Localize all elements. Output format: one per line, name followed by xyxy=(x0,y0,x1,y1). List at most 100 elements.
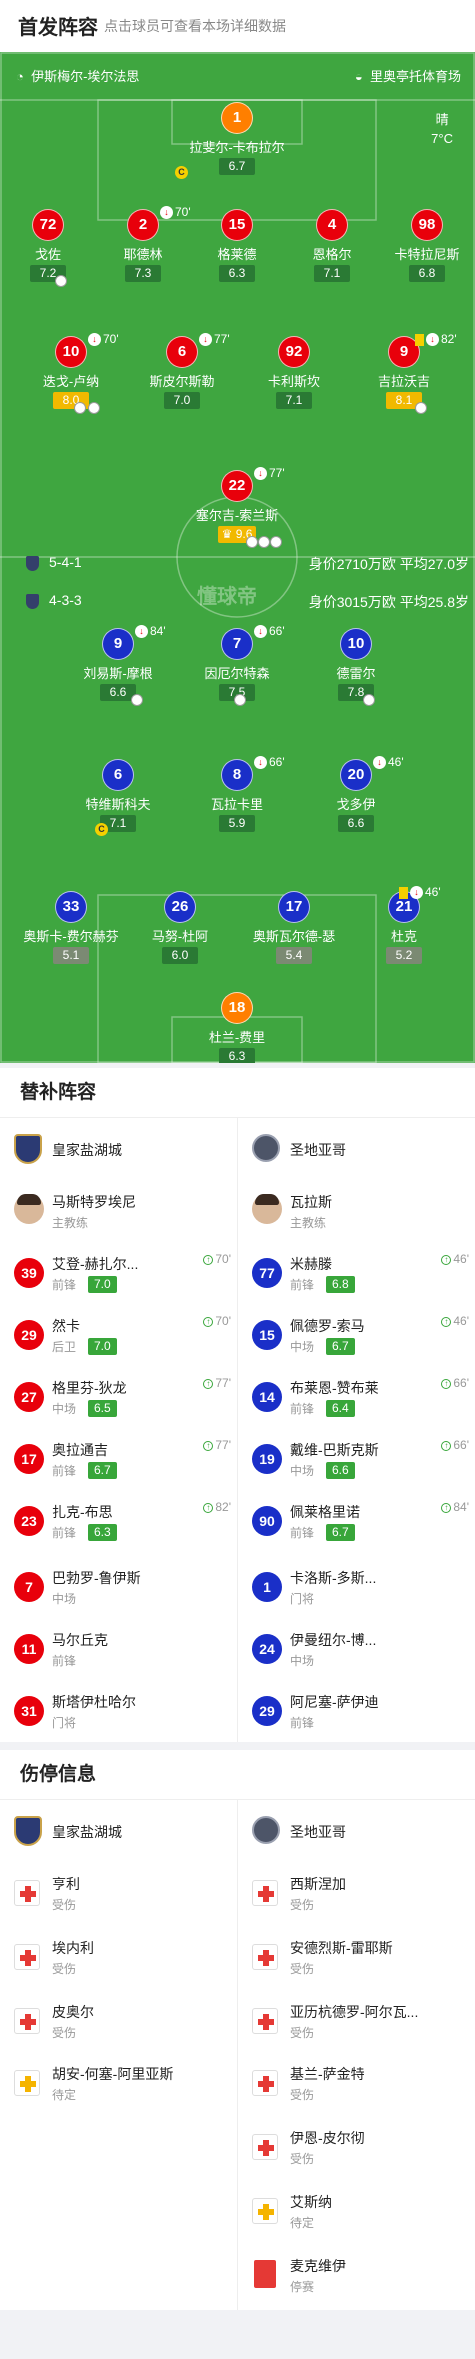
sub-player-row[interactable]: 11 马尔丘克 前锋 xyxy=(0,1618,237,1680)
shirt-number: 20 xyxy=(340,759,372,791)
injury-status: 受伤 xyxy=(52,1962,77,1976)
pitch-player[interactable]: 6 C 特维斯科夫 7.1 xyxy=(63,759,173,836)
injury-row[interactable]: 埃内利 受伤 xyxy=(0,1926,237,1988)
team-name: 圣地亚哥 xyxy=(290,1142,346,1158)
sub-player-row[interactable]: 17 奥拉通吉 前锋 6.7 ↑ 77' xyxy=(0,1428,237,1490)
injury-status: 待定 xyxy=(290,2216,315,2230)
pitch-player[interactable]: 10 德雷尔 7.8 xyxy=(301,628,411,706)
sub-player-row[interactable]: 14 布莱恩-赞布莱 前锋 6.4 ↑ 66' xyxy=(238,1366,475,1428)
player-name: 塞尔吉-索兰斯 xyxy=(195,508,279,523)
pitch-player[interactable]: 8 ↓ 66' 瓦拉卡里 5.9 xyxy=(182,755,292,832)
team-row[interactable]: 皇家盐湖城 xyxy=(0,1118,237,1180)
injury-row[interactable]: 皮奥尔 受伤 xyxy=(0,1990,237,2052)
shirt-number: 10 xyxy=(340,628,372,660)
player-rating: 5.2 xyxy=(386,947,422,964)
medical-kit-icon xyxy=(14,1880,40,1906)
injury-row[interactable]: 伊恩-皮尔彻 受伤 xyxy=(238,2116,475,2178)
ball-icon xyxy=(88,402,100,414)
pitch-player[interactable]: 9 ↓ 84' 刘易斯-摩根 6.6 xyxy=(63,624,173,706)
shirt-number: 29 xyxy=(252,1696,282,1726)
weather-condition: 晴 xyxy=(435,112,449,127)
team-row[interactable]: 圣地亚哥 xyxy=(238,1118,475,1180)
injury-row[interactable]: 艾斯纳 待定 xyxy=(238,2180,475,2242)
sub-player-row[interactable]: 19 戴维-巴斯克斯 中场 6.6 ↑ 66' xyxy=(238,1428,475,1490)
sub-player-row[interactable]: 90 佩莱格里诺 前锋 6.7 ↑ 84' xyxy=(238,1490,475,1552)
medical-kit-doubtful-icon xyxy=(252,2198,278,2224)
injury-status: 受伤 xyxy=(290,2026,315,2040)
home-team-header: ◔ 伊斯梅尔-埃尔法思 xyxy=(16,69,140,84)
injury-row[interactable]: 亨利 受伤 xyxy=(0,1862,237,1924)
shirt-number: 27 xyxy=(14,1382,44,1412)
pitch-player[interactable]: 26 马努-杜阿 6.0 xyxy=(125,891,235,964)
injury-row[interactable]: 基兰-萨金特 受伤 xyxy=(238,2052,475,2114)
shirt-number: 22 xyxy=(221,470,253,502)
injury-row[interactable]: 麦克维伊 停赛 xyxy=(238,2244,475,2306)
pitch-player[interactable]: 10 ↓ 70' 迭戈-卢纳 8.0 xyxy=(16,332,126,414)
player-position: 中场 xyxy=(52,1592,77,1606)
team-row[interactable]: 皇家盐湖城 xyxy=(0,1800,237,1862)
sub-player-row[interactable]: 77 米赫滕 前锋 6.8 ↑ 46' xyxy=(238,1242,475,1304)
sub-player-row[interactable]: 39 艾登-赫扎尔... 前锋 7.0 ↑ 70' xyxy=(0,1242,237,1304)
team-badge-icon xyxy=(26,555,39,571)
player-name: 皮奥尔 xyxy=(52,2004,94,2020)
injury-row[interactable]: 胡安-何塞-阿里亚斯 待定 xyxy=(0,2052,237,2114)
sub-player-row[interactable]: 29 然卡 后卫 7.0 ↑ 70' xyxy=(0,1304,237,1366)
sub-player-row[interactable]: 31 斯塔伊杜哈尔 门将 xyxy=(0,1680,237,1742)
coach-row[interactable]: 马斯特罗埃尼 主教练 xyxy=(0,1180,237,1242)
injury-row[interactable]: 亚历杭德罗-阿尔瓦... 受伤 xyxy=(238,1990,475,2052)
player-name: 戈多伊 xyxy=(336,797,376,812)
pitch-player[interactable]: 17 奥斯瓦尔德-瑟 5.4 xyxy=(239,891,349,964)
sub-player-row[interactable]: 15 佩德罗-索马 中场 6.7 ↑ 46' xyxy=(238,1304,475,1366)
coach-row[interactable]: 瓦拉斯 主教练 xyxy=(238,1180,475,1242)
team-row[interactable]: 圣地亚哥 xyxy=(238,1800,475,1862)
player-name: 安德烈斯-雷耶斯 xyxy=(290,1940,393,1956)
pitch-player[interactable]: 21 ↓ 46' 杜克 5.2 xyxy=(349,885,459,964)
ball-icon xyxy=(415,402,427,414)
pitch-player[interactable]: 33 奥斯卡-费尔赫芬 5.1 xyxy=(16,891,126,964)
player-rating: 6.5 xyxy=(88,1400,117,1417)
sub-player-row[interactable]: 7 巴勃罗-鲁伊斯 中场 xyxy=(0,1556,237,1618)
pitch-player[interactable]: 20 ↓ 46' 戈多伊 6.6 xyxy=(301,755,411,832)
pitch-player[interactable]: 7 ↓ 66' 因厄尔特森 7.5 xyxy=(182,624,292,706)
player-position: 中场 xyxy=(290,1340,315,1354)
player-position: 后卫 xyxy=(52,1340,77,1354)
sub-player-row[interactable]: 29 阿尼塞-萨伊迪 前锋 xyxy=(238,1680,475,1742)
sub-player-row[interactable]: 24 伊曼纽尔-博... 中场 xyxy=(238,1618,475,1680)
team-name: 皇家盐湖城 xyxy=(52,1824,122,1840)
watermark: 懂球帝 xyxy=(197,586,257,608)
player-name: 亨利 xyxy=(52,1876,80,1892)
pitch-player[interactable]: 18 杜兰-费里 6.3 xyxy=(182,992,292,1063)
player-name: 麦克维伊 xyxy=(290,2258,346,2274)
sub-on-time: ↑ 46' xyxy=(441,1314,469,1328)
sub-off-marker: ↓ 82' xyxy=(415,332,457,347)
player-name: 奥拉通吉 xyxy=(52,1442,108,1458)
pitch-player[interactable]: 98 卡特拉尼斯 6.8 xyxy=(372,209,475,282)
sub-player-row[interactable]: 27 格里芬-狄龙 中场 6.5 ↑ 77' xyxy=(0,1366,237,1428)
pitch-player[interactable]: 22 ↓ 77' 塞尔吉-索兰斯 ♛ 9.6 xyxy=(182,466,292,548)
sub-arrow-icon: ↓ xyxy=(199,333,212,347)
ball-icon xyxy=(234,694,246,706)
pitch-player[interactable]: 6 ↓ 77' 斯皮尔斯勒 7.0 xyxy=(127,332,237,409)
sub-player-row[interactable]: 1 卡洛斯-多斯... 门将 xyxy=(238,1556,475,1618)
injury-row[interactable]: 西斯涅加 受伤 xyxy=(238,1862,475,1924)
pitch-player[interactable]: 9 ↓ 82' 吉拉沃吉 8.1 xyxy=(349,332,459,414)
sub-off-marker: ↓ 84' xyxy=(135,624,166,639)
pitch-player[interactable]: 15 格莱德 6.3 xyxy=(182,209,292,282)
medical-kit-icon xyxy=(252,2134,278,2160)
section-title: 伤停信息 xyxy=(0,1750,475,1800)
sub-arrow-icon: ↓ xyxy=(426,333,439,347)
away-team-value: 身价3015万欧 平均25.8岁 xyxy=(308,594,469,610)
shirt-number: 77 xyxy=(252,1258,282,1288)
player-name: 瓦拉卡里 xyxy=(210,797,263,812)
pitch-player[interactable]: 1 C 拉斐尔-卡布拉尔 6.7 xyxy=(175,102,292,179)
pitch-player[interactable]: 92 卡利斯坎 7.1 xyxy=(239,336,349,409)
player-position: 前锋 xyxy=(52,1654,77,1668)
pitch-player[interactable]: 4 恩格尔 7.1 xyxy=(277,209,387,282)
section-title: 替补阵容 xyxy=(0,1068,475,1118)
home-formation: 5-4-1 xyxy=(26,554,82,571)
player-name: 亚历杭德罗-阿尔瓦... xyxy=(290,2004,419,2020)
sub-off-marker: ↓ 70' xyxy=(88,332,119,347)
injury-row[interactable]: 安德烈斯-雷耶斯 受伤 xyxy=(238,1926,475,1988)
sub-player-row[interactable]: 23 扎克-布思 前锋 6.3 ↑ 82' xyxy=(0,1490,237,1552)
player-name: 埃内利 xyxy=(52,1940,94,1956)
